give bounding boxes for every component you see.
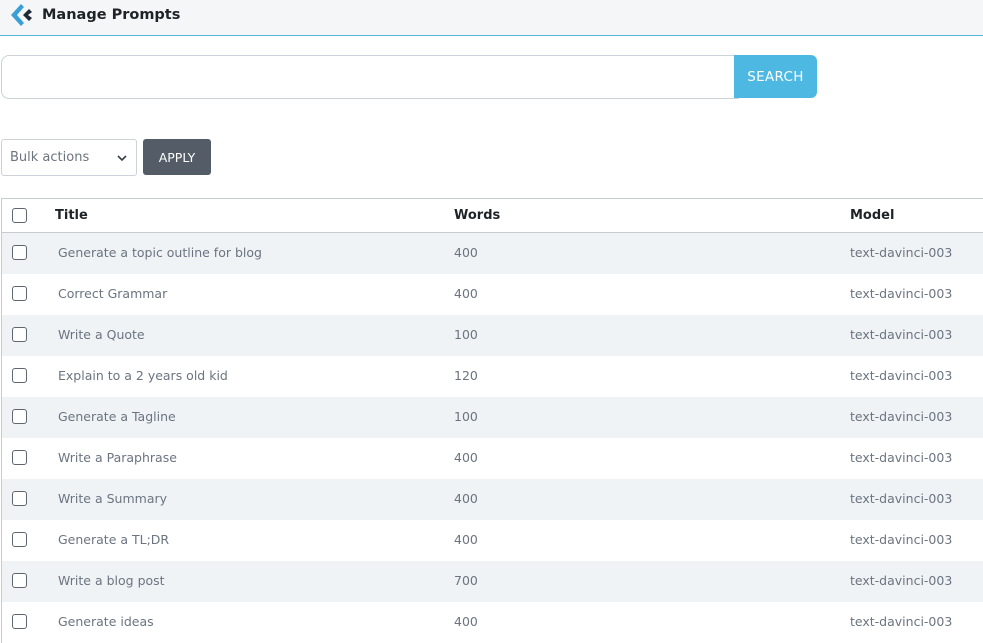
bulk-actions-select[interactable]: Bulk actions xyxy=(1,139,137,176)
apply-button[interactable]: APPLY xyxy=(143,139,211,175)
page-title: Manage Prompts xyxy=(42,7,181,23)
table-row: Generate a TL;DR 400 text-davinci-003 xyxy=(2,520,983,561)
row-checkbox[interactable] xyxy=(12,614,27,629)
row-words: 400 xyxy=(454,491,478,506)
row-model: text-davinci-003 xyxy=(850,245,953,260)
row-title[interactable]: Correct Grammar xyxy=(58,286,167,301)
row-words: 400 xyxy=(454,614,478,629)
double-chevron-left-logo-icon xyxy=(11,4,32,26)
bulk-actions-selected-value: Bulk actions xyxy=(10,150,90,165)
row-model: text-davinci-003 xyxy=(850,491,953,506)
row-title[interactable]: Generate a topic outline for blog xyxy=(58,245,262,260)
row-words: 400 xyxy=(454,532,478,547)
row-model: text-davinci-003 xyxy=(850,286,953,301)
table-row: Explain to a 2 years old kid 120 text-davi… xyxy=(2,356,983,397)
row-title[interactable]: Write a Quote xyxy=(58,327,145,342)
table-row: Generate a Tagline 100 text-davinci-003 xyxy=(2,397,983,438)
column-header-title: Title xyxy=(55,208,88,223)
row-words: 700 xyxy=(454,573,478,588)
row-words: 100 xyxy=(454,327,478,342)
search-button[interactable]: SEARCH xyxy=(734,55,817,98)
prompts-table: Title Words Model Generate a topic outli… xyxy=(1,198,983,643)
table-row: Generate ideas 400 text-davinci-003 xyxy=(2,602,983,643)
row-model: text-davinci-003 xyxy=(850,327,953,342)
row-model: text-davinci-003 xyxy=(850,409,953,424)
row-checkbox[interactable] xyxy=(12,450,27,465)
row-title[interactable]: Generate a TL;DR xyxy=(58,532,169,547)
table-body: Generate a topic outline for blog 400 text… xyxy=(2,233,983,643)
table-row: Write a blog post 700 text-davinci-003 xyxy=(2,561,983,602)
table-header: Title Words Model xyxy=(2,199,983,233)
row-words: 120 xyxy=(454,368,478,383)
select-all-checkbox[interactable] xyxy=(12,208,27,223)
row-title[interactable]: Generate ideas xyxy=(58,614,154,629)
row-checkbox[interactable] xyxy=(12,327,27,342)
row-model: text-davinci-003 xyxy=(850,614,953,629)
row-checkbox[interactable] xyxy=(12,368,27,383)
table-row: Write a Summary 400 text-davinci-003 xyxy=(2,479,983,520)
row-title[interactable]: Explain to a 2 years old kid xyxy=(58,368,228,383)
row-checkbox[interactable] xyxy=(12,286,27,301)
row-title[interactable]: Write a blog post xyxy=(58,573,165,588)
row-checkbox[interactable] xyxy=(12,532,27,547)
table-row: Write a Paraphrase 400 text-davinci-003 xyxy=(2,438,983,479)
search-bar: SEARCH xyxy=(1,55,817,99)
table-row: Write a Quote 100 text-davinci-003 xyxy=(2,315,983,356)
row-title[interactable]: Generate a Tagline xyxy=(58,409,176,424)
row-checkbox[interactable] xyxy=(12,245,27,260)
row-title[interactable]: Write a Summary xyxy=(58,491,167,506)
table-row: Correct Grammar 400 text-davinci-003 xyxy=(2,274,983,315)
row-model: text-davinci-003 xyxy=(850,573,953,588)
row-words: 400 xyxy=(454,286,478,301)
row-words: 400 xyxy=(454,450,478,465)
row-checkbox[interactable] xyxy=(12,491,27,506)
table-row: Generate a topic outline for blog 400 text… xyxy=(2,233,983,274)
row-model: text-davinci-003 xyxy=(850,532,953,547)
row-title[interactable]: Write a Paraphrase xyxy=(58,450,177,465)
column-header-model: Model xyxy=(850,208,895,223)
chevron-down-icon xyxy=(117,155,127,162)
column-header-words: Words xyxy=(454,208,501,223)
row-model: text-davinci-003 xyxy=(850,368,953,383)
row-words: 400 xyxy=(454,245,478,260)
row-model: text-davinci-003 xyxy=(850,450,953,465)
search-input[interactable] xyxy=(1,55,739,99)
page-header: Manage Prompts xyxy=(0,0,983,36)
row-words: 100 xyxy=(454,409,478,424)
row-checkbox[interactable] xyxy=(12,573,27,588)
row-checkbox[interactable] xyxy=(12,409,27,424)
